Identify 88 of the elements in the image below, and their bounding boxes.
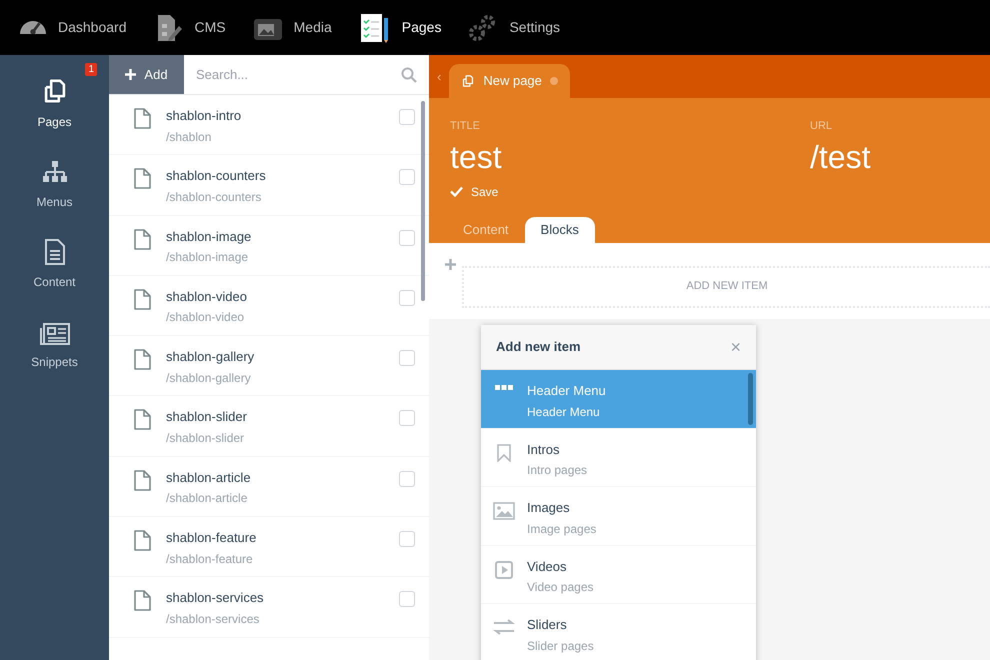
- play-icon: [495, 560, 513, 578]
- page-title: shablon-feature: [166, 529, 258, 548]
- item-title: Sliders: [527, 616, 568, 634]
- checkbox[interactable]: [399, 591, 415, 608]
- item-subtitle: Intro pages: [527, 462, 588, 479]
- pages-icon: [461, 74, 476, 88]
- item-subtitle: Header Menu: [527, 404, 601, 420]
- nav-item[interactable]: Dashboard: [20, 17, 126, 38]
- page-path: /shablon-image: [166, 249, 250, 266]
- page-icon: [134, 409, 151, 430]
- popup-item[interactable]: Intros Intro pages: [481, 428, 756, 487]
- gauge-icon: [20, 21, 46, 34]
- page-list-item[interactable]: shablon-gallery /shablon-gallery: [109, 336, 429, 396]
- page-title: shablon-slider: [166, 408, 248, 426]
- sitemap-icon: [42, 161, 68, 185]
- checkbox[interactable]: [399, 290, 415, 306]
- document-icon: [44, 239, 66, 265]
- nav-item[interactable]: CMS: [154, 14, 226, 42]
- page-list-item[interactable]: shablon-feature /shablon-feature: [109, 517, 429, 578]
- page-path: /shablon-counters: [166, 188, 262, 206]
- item-subtitle: Image pages: [527, 520, 596, 538]
- item-title: Images: [527, 499, 571, 517]
- swap-arrows-icon: [493, 619, 515, 635]
- popup-title: Add new item: [496, 338, 581, 356]
- search-field[interactable]: Search...: [196, 64, 401, 84]
- page-icon: [134, 590, 151, 612]
- item-title: Header Menu: [527, 382, 606, 400]
- search-icon: [401, 66, 417, 82]
- field-label: TITLE: [450, 119, 481, 134]
- page-path: /shablon-video: [166, 309, 246, 326]
- popup-item[interactable]: Images Image pages: [481, 487, 756, 546]
- editor-tab[interactable]: Blocks: [524, 216, 595, 242]
- page-path: /shablon-article: [166, 490, 248, 508]
- page-list-item[interactable]: shablon-article /shablon-article: [109, 456, 429, 518]
- page-title: shablon-gallery: [166, 348, 256, 366]
- page-title: shablon-image: [166, 228, 252, 246]
- sidebar-item[interactable]: Content: [0, 223, 109, 291]
- checkbox[interactable]: [399, 109, 415, 125]
- page-path: /shablon-slider: [166, 430, 246, 447]
- item-title: Intros: [527, 440, 561, 458]
- add-button[interactable]: Add: [109, 55, 184, 94]
- page-list-item[interactable]: shablon-services /shablon-services: [109, 577, 429, 638]
- gears-icon: [469, 14, 498, 42]
- plus-icon[interactable]: [445, 258, 456, 270]
- page-list-item[interactable]: shablon-slider /shablon-slider: [109, 396, 429, 457]
- checkbox[interactable]: [399, 470, 415, 487]
- popup-item[interactable]: Videos Video pages: [481, 546, 756, 604]
- sidebar-item[interactable]: Menus: [0, 143, 109, 211]
- nav-item[interactable]: Media: [254, 16, 332, 40]
- nav-item[interactable]: Settings: [469, 14, 560, 42]
- sidebar-item[interactable]: Pages 1: [0, 63, 109, 131]
- checkbox[interactable]: [399, 169, 415, 186]
- page-title: shablon-counters: [166, 167, 267, 186]
- check-icon: [450, 186, 463, 197]
- page-icon: [134, 228, 151, 250]
- plus-icon: [125, 69, 136, 80]
- page-path: /shablon-gallery: [166, 370, 252, 387]
- page-title: shablon-video: [166, 288, 248, 306]
- page-icon: [134, 470, 151, 491]
- page-icon: [134, 108, 151, 129]
- item-subtitle: Video pages: [527, 579, 594, 596]
- page-icon: [134, 530, 151, 552]
- checkbox[interactable]: [399, 531, 415, 548]
- nav-item[interactable]: Pages: [360, 12, 442, 42]
- page-icon: [134, 288, 151, 310]
- field-label: URL: [810, 119, 834, 134]
- checkbox[interactable]: [399, 350, 415, 366]
- page-path: /shablon: [166, 128, 212, 146]
- page-title: shablon-services: [166, 589, 265, 608]
- checkbox[interactable]: [399, 230, 415, 246]
- notification-badge: 1: [85, 63, 97, 76]
- newspaper-icon: [40, 323, 70, 345]
- item-subtitle: Slider pages: [527, 638, 594, 654]
- page-path: /shablon-feature: [166, 550, 254, 568]
- page-title: shablon-intro: [166, 107, 242, 125]
- popup-item[interactable]: Sliders Slider pages: [481, 604, 756, 660]
- page-title: shablon-article: [166, 468, 252, 487]
- page-path: /shablon-services: [166, 610, 260, 628]
- image-icon: [493, 502, 515, 520]
- checklist-pencil-icon: [360, 12, 390, 42]
- sidebar-item[interactable]: Snippets: [0, 303, 109, 371]
- scrollbar: [748, 373, 753, 425]
- item-title: Videos: [527, 558, 568, 576]
- page-icon: [134, 349, 151, 370]
- bookmark-icon: [497, 444, 511, 462]
- dots-icon: [495, 385, 513, 391]
- page-icon: [134, 168, 151, 190]
- checkbox[interactable]: [399, 410, 415, 426]
